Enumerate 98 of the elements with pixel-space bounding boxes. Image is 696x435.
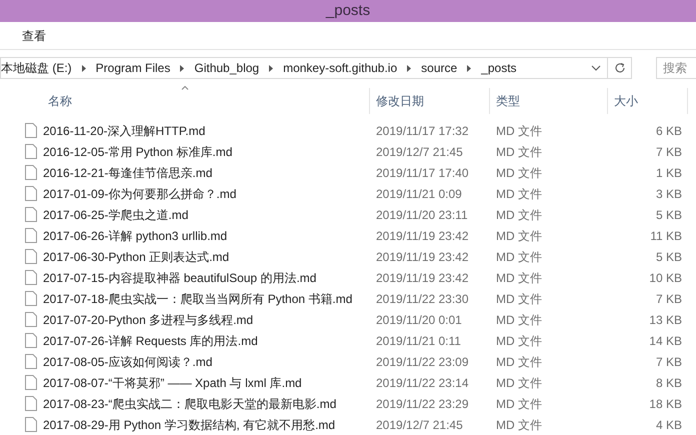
- breadcrumb-item[interactable]: Github_blog: [194, 59, 260, 77]
- modified-date: 2019/11/20 0:01: [375, 312, 463, 328]
- file-name[interactable]: 2017-07-15-内容提取神器 beautifulSoup 的用法.md: [43, 268, 316, 286]
- modified-date: 2019/12/7 21:45: [375, 416, 464, 434]
- file-size: 4 KB: [654, 416, 682, 434]
- document-icon: [25, 123, 37, 138]
- file-type: MD 文件: [495, 228, 543, 244]
- file-size: 7 KB: [654, 144, 682, 160]
- file-size: 7 KB: [654, 290, 682, 308]
- file-name[interactable]: 2017-07-18-爬虫实战一：爬取当当网所有 Python 书籍.md: [43, 290, 352, 308]
- column-header[interactable]: 名称: [0, 88, 370, 114]
- document-icon: [25, 396, 37, 411]
- modified-date: 2019/11/21 0:09: [375, 186, 463, 202]
- file-size: 1 KB: [654, 164, 682, 182]
- chevron-right-icon: [180, 64, 184, 72]
- file-size: 10 KB: [648, 270, 682, 286]
- file-type: MD 文件: [495, 122, 543, 140]
- document-icon: [25, 186, 37, 201]
- refresh-icon: [614, 62, 626, 74]
- chevron-right-icon: [407, 64, 412, 72]
- file-name[interactable]: 2017-07-20-Python 多进程与多线程.md: [43, 310, 254, 328]
- modified-date: 2019/11/22 23:14: [375, 374, 470, 392]
- file-size: 13 KB: [648, 312, 682, 328]
- document-icon: [25, 333, 37, 348]
- breadcrumb-item[interactable]: Program Files: [96, 59, 170, 77]
- document-icon: [25, 249, 37, 264]
- file-name[interactable]: 2017-06-30-Python 正则表达式.md: [43, 248, 230, 266]
- sort-up-icon: [181, 86, 188, 90]
- file-type: MD 文件: [495, 396, 543, 412]
- file-type: MD 文件: [495, 164, 543, 182]
- file-type: MD 文件: [495, 144, 543, 160]
- file-name[interactable]: 2016-11-20-深入理解HTTP.md: [43, 122, 206, 140]
- file-type: MD 文件: [495, 186, 543, 202]
- chevron-right-icon: [269, 64, 274, 72]
- file-type: MD 文件: [495, 332, 543, 350]
- file-name[interactable]: 2017-06-26-详解 python3 urllib.md: [43, 226, 228, 244]
- breadcrumb-item[interactable]: 本地磁盘 (E:): [1, 59, 72, 77]
- modified-date: 2019/11/19 23:42: [375, 228, 470, 244]
- column-header[interactable]: 大小: [608, 88, 688, 114]
- file-size: 8 KB: [654, 374, 682, 392]
- file-type: MD 文件: [495, 290, 543, 308]
- document-icon: [25, 354, 37, 369]
- search-field[interactable]: 搜索: [656, 57, 696, 79]
- file-name[interactable]: 2017-01-09-你为何要那么拼命？.md: [43, 184, 236, 202]
- modified-date: 2019/11/17 17:32: [375, 122, 470, 140]
- file-type: MD 文件: [495, 270, 543, 286]
- file-name[interactable]: 2017-08-05-应该如何阅读？.md: [43, 352, 212, 370]
- file-size: 5 KB: [654, 248, 682, 266]
- file-name[interactable]: 2017-06-25-学爬虫之道.md: [43, 206, 188, 224]
- breadcrumb-item[interactable]: monkey-soft.github.io: [283, 59, 398, 77]
- document-icon: [25, 270, 37, 285]
- menu-item[interactable]: 查看: [20, 26, 48, 44]
- modified-date: 2019/11/21 0:11: [375, 332, 462, 350]
- document-icon: [25, 417, 37, 432]
- file-type: MD 文件: [495, 312, 543, 328]
- refresh-button[interactable]: [608, 57, 632, 79]
- modified-date: 2019/11/17 17:40: [375, 164, 470, 182]
- file-size: 7 KB: [654, 354, 682, 370]
- document-icon: [25, 375, 37, 390]
- file-size: 5 KB: [654, 206, 682, 224]
- breadcrumb-item[interactable]: source: [421, 59, 458, 77]
- document-icon: [25, 291, 37, 306]
- file-size: 6 KB: [654, 122, 682, 140]
- modified-date: 2019/11/22 23:29: [375, 396, 470, 412]
- file-size: 11 KB: [649, 228, 682, 244]
- column-header[interactable]: 修改日期: [370, 88, 490, 114]
- document-icon: [25, 165, 37, 180]
- address-bar[interactable]: 本地磁盘 (E:) Program Files Github_blog monkey-soft.github.io source _posts: [0, 57, 608, 79]
- chevron-down-icon[interactable]: [591, 65, 602, 71]
- document-icon: [25, 144, 37, 159]
- file-type: MD 文件: [495, 248, 543, 266]
- window-title: _posts: [326, 0, 370, 21]
- column-header[interactable]: 类型: [490, 88, 608, 114]
- file-name[interactable]: 2017-08-23-“爬虫实战二：爬取电影天堂的最新电影.md: [43, 394, 336, 412]
- file-name[interactable]: 2017-07-26-详解 Requests 库的用法.md: [43, 332, 258, 350]
- modified-date: 2019/11/22 23:30: [375, 290, 470, 308]
- file-type: MD 文件: [495, 206, 543, 224]
- chevron-right-icon: [82, 64, 86, 72]
- file-name[interactable]: 2017-08-29-用 Python 学习数据结构, 有它就不用愁.md: [43, 416, 336, 434]
- modified-date: 2019/11/20 23:11: [375, 206, 469, 224]
- file-name[interactable]: 2016-12-21-每逢佳节倍思亲.md: [43, 164, 212, 182]
- file-size: 14 KB: [648, 332, 682, 350]
- document-icon: [25, 207, 37, 222]
- modified-date: 2019/11/19 23:42: [375, 248, 470, 266]
- file-size: 3 KB: [654, 186, 682, 202]
- chevron-right-icon: [467, 64, 472, 72]
- file-name[interactable]: 2017-08-07-“干将莫邪” —— Xpath 与 lxml 库.md: [43, 374, 302, 392]
- file-type: MD 文件: [495, 354, 543, 370]
- file-type: MD 文件: [495, 374, 543, 392]
- modified-date: 2019/11/22 23:09: [375, 354, 470, 370]
- modified-date: 2019/12/7 21:45: [375, 144, 464, 160]
- file-type: MD 文件: [495, 416, 543, 434]
- document-icon: [25, 228, 37, 243]
- document-icon: [25, 312, 37, 327]
- breadcrumb-item[interactable]: _posts: [481, 59, 517, 77]
- file-size: 18 KB: [648, 396, 682, 412]
- file-name[interactable]: 2016-12-05-常用 Python 标准库.md: [43, 142, 232, 160]
- modified-date: 2019/11/19 23:42: [375, 270, 470, 286]
